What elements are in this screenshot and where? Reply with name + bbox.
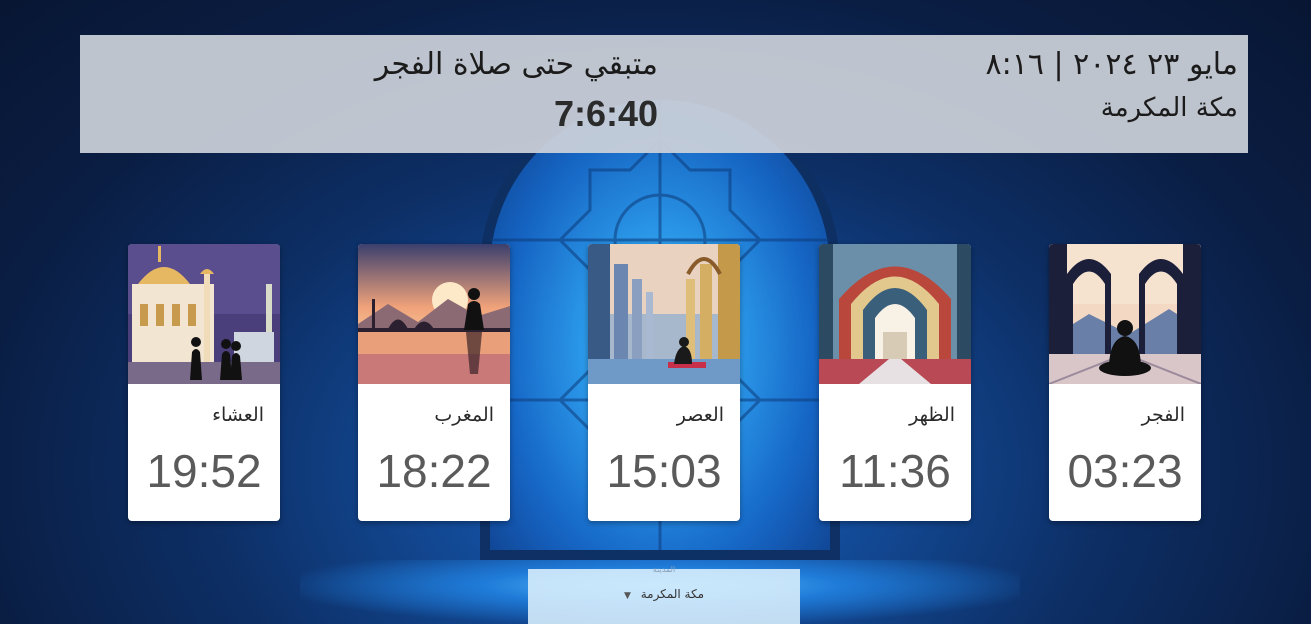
caret-down-icon: ▼	[623, 591, 631, 601]
prayer-name: العشاء	[212, 404, 264, 426]
city-selector[interactable]: المدينة مكة المكرمة ▼	[528, 565, 800, 624]
prayer-time: 19:52	[146, 445, 262, 497]
prayer-time: 03:23	[1067, 445, 1183, 497]
prayer-card-fajr: الفجر 03:23	[1049, 244, 1201, 521]
prayer-name: المغرب	[434, 404, 494, 426]
prayer-time: 18:22	[376, 445, 492, 497]
current-city: مكة المكرمة	[1100, 93, 1238, 123]
prayer-card-maghrib: المغرب 18:22	[358, 244, 510, 521]
prayer-card-isha: العشاء 19:52	[128, 244, 280, 521]
fajr-illustration	[1049, 244, 1201, 384]
city-selector-value[interactable]: مكة المكرمة ▼	[528, 587, 800, 601]
next-prayer-countdown-value: 7:6:40	[553, 93, 658, 134]
prayer-name: الظهر	[909, 404, 955, 426]
next-prayer-countdown-label: متبقي حتى صلاة الفجر	[374, 47, 658, 82]
info-header: مايو ٢٣ ٢٠٢٤ | ٨:١٦ مكة المكرمة متبقي حت…	[80, 35, 1248, 153]
prayer-name: العصر	[676, 404, 724, 426]
isha-illustration	[128, 244, 280, 384]
city-selector-label: مكة المكرمة	[640, 587, 705, 601]
asr-illustration	[588, 244, 740, 384]
prayer-card-dhuhr: الظهر 11:36	[819, 244, 971, 521]
city-selector-caption: المدينة	[652, 565, 676, 574]
current-date-time: مايو ٢٣ ٢٠٢٤ | ٨:١٦	[985, 47, 1238, 82]
maghrib-illustration	[358, 244, 510, 384]
prayer-time: 11:36	[839, 445, 951, 497]
prayer-name: الفجر	[1141, 404, 1185, 426]
dhuhr-illustration	[819, 244, 971, 384]
prayer-card-asr: العصر 15:03	[588, 244, 740, 521]
prayer-time: 15:03	[606, 445, 722, 497]
